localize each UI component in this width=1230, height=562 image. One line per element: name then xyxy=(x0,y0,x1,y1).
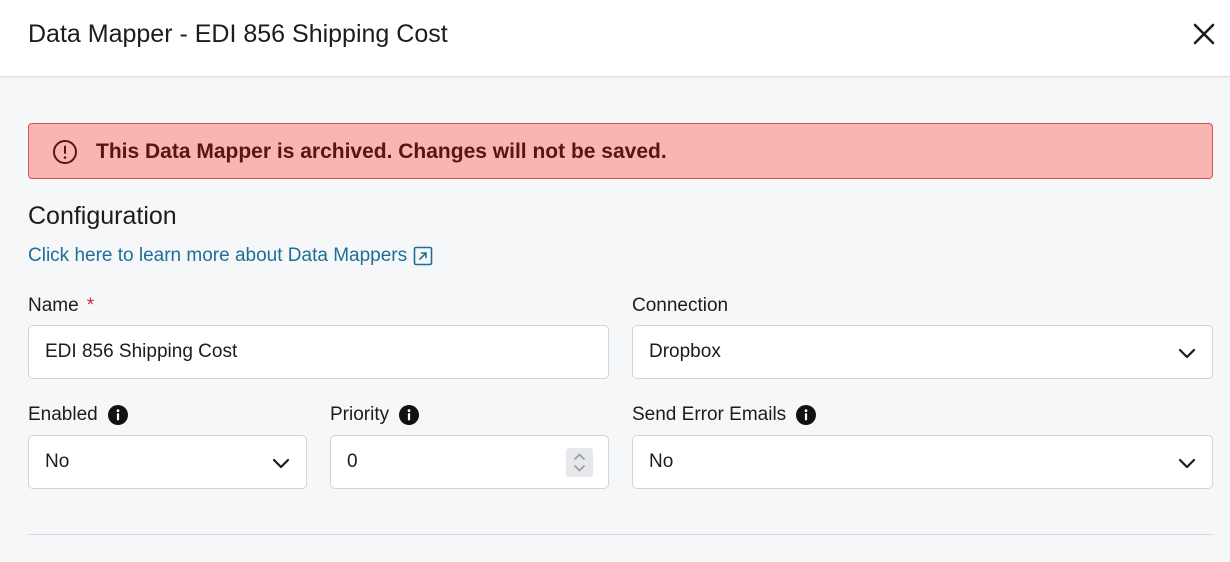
stepper-arrows-icon xyxy=(574,453,585,472)
connection-select-value: Dropbox xyxy=(649,341,721,362)
connection-select[interactable]: Dropbox xyxy=(632,325,1213,379)
chevron-down-icon xyxy=(1178,348,1196,359)
dialog-header: Data Mapper - EDI 856 Shipping Cost xyxy=(0,0,1230,77)
priority-input[interactable]: 0 xyxy=(330,435,609,489)
dialog-title: Data Mapper - EDI 856 Shipping Cost xyxy=(28,20,448,48)
priority-input-value: 0 xyxy=(347,451,358,472)
required-marker: * xyxy=(86,295,95,316)
external-link-icon xyxy=(413,246,433,266)
priority-label: Priority xyxy=(330,403,420,427)
alert-circle-icon xyxy=(53,140,77,164)
learn-more-link-label: Click here to learn more about Data Mapp… xyxy=(28,245,408,266)
connection-label-text: Connection xyxy=(632,295,729,316)
name-label: Name * xyxy=(28,294,94,318)
chevron-down-icon xyxy=(272,458,290,469)
chevron-down-icon xyxy=(1178,458,1196,469)
enabled-select-value: No xyxy=(45,451,70,472)
send-error-emails-select[interactable]: No xyxy=(632,435,1213,489)
close-icon xyxy=(1193,23,1215,45)
send-error-emails-select-value: No xyxy=(649,451,674,472)
archived-alert: This Data Mapper is archived. Changes wi… xyxy=(28,123,1213,179)
alert-message: This Data Mapper is archived. Changes wi… xyxy=(96,140,667,163)
send-error-emails-label-text: Send Error Emails xyxy=(632,404,787,425)
section-divider xyxy=(28,534,1213,535)
enabled-label: Enabled xyxy=(28,403,128,427)
close-button[interactable] xyxy=(1190,20,1218,48)
enabled-select[interactable]: No xyxy=(28,435,307,489)
name-input-value: EDI 856 Shipping Cost xyxy=(45,341,238,362)
enabled-label-text: Enabled xyxy=(28,404,98,425)
connection-label: Connection xyxy=(632,294,728,318)
configuration-title: Configuration xyxy=(28,202,177,230)
info-icon[interactable] xyxy=(399,405,420,425)
learn-more-link[interactable]: Click here to learn more about Data Mapp… xyxy=(28,243,433,269)
info-icon[interactable] xyxy=(107,405,128,425)
info-icon[interactable] xyxy=(796,405,817,425)
priority-label-text: Priority xyxy=(330,404,390,425)
number-stepper[interactable] xyxy=(566,448,593,477)
name-label-text: Name xyxy=(28,295,79,316)
name-input[interactable]: EDI 856 Shipping Cost xyxy=(28,325,609,379)
send-error-emails-label: Send Error Emails xyxy=(632,403,817,427)
